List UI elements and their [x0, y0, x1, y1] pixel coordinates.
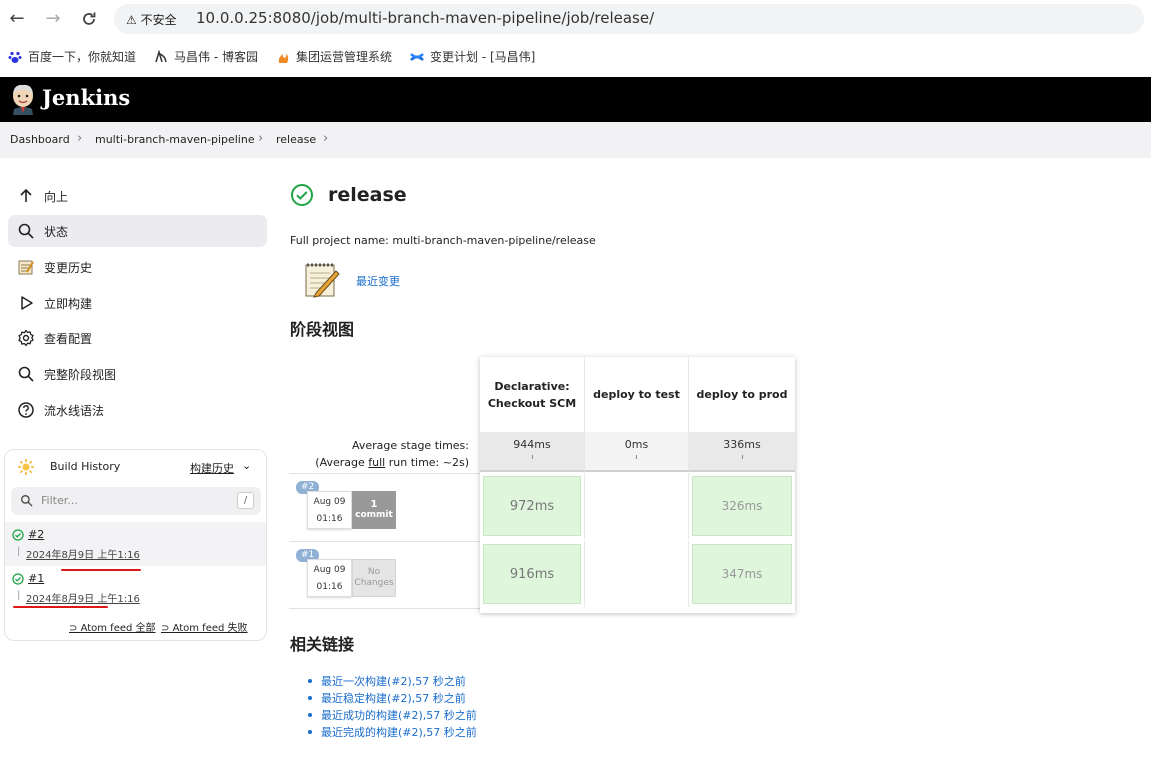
address-bar[interactable]: ⚠ 不安全 10.0.0.25:8080/job/multi-branch-ma… [114, 4, 1144, 34]
recent-changes-link[interactable]: 最近变更 [356, 273, 400, 289]
bookmark-baidu[interactable]: 百度一下，你就知道 [8, 48, 136, 65]
sidebar-item-build-now[interactable]: 立即构建 [8, 287, 267, 319]
stage-header: deploy to prod [696, 388, 788, 401]
atom-feed-failed-link[interactable]: ⊃ Atom feed 失败 [161, 619, 248, 634]
gear-icon [18, 329, 34, 347]
stage-cell[interactable]: 326ms [689, 473, 795, 539]
chevron-right-icon: › [77, 131, 83, 146]
rss-icon: ⊃ [161, 623, 173, 634]
build-filter-input[interactable]: Filter... / [11, 487, 261, 515]
play-icon [21, 296, 33, 310]
stage-avg-time: 336ms [689, 432, 795, 472]
forward-icon[interactable]: → [42, 8, 64, 30]
success-status-icon [291, 184, 313, 206]
breadcrumb-release[interactable]: release [276, 133, 316, 146]
related-link-last-successful[interactable]: 最近成功的构建(#2),57 秒之前 [307, 707, 477, 724]
stage-header: deploy to test [585, 357, 689, 432]
avg-full-link[interactable]: full [368, 456, 385, 469]
run-date: Aug 09 01:16 [307, 491, 352, 529]
baidu-paw-icon [8, 51, 22, 63]
browser-toolbar: ← → ⚠ 不安全 10.0.0.25:8080/job/multi-branc… [0, 0, 1151, 38]
stage-cell[interactable]: 972ms [480, 473, 585, 539]
commit-count-button[interactable]: 1 commit [352, 491, 396, 529]
search-icon [18, 366, 34, 382]
bookmarks-bar: 百度一下，你就知道 马昌伟 - 博客园 集团运营管理系统 变更计划 - [马昌伟… [0, 38, 1151, 76]
build-history-title: Build History [50, 460, 121, 473]
insecure-warning[interactable]: ⚠ 不安全 [126, 11, 177, 28]
success-check-icon [12, 529, 24, 541]
arrow-up-icon [20, 188, 32, 202]
atom-feed-all-link[interactable]: ⊃ Atom feed 全部 [69, 619, 156, 634]
stage-view-table: Declarative: Checkout SCM deploy to test… [480, 357, 795, 613]
search-icon [21, 495, 33, 507]
url-text[interactable]: 10.0.0.25:8080/job/multi-branch-maven-pi… [196, 9, 654, 27]
rss-icon: ⊃ [69, 623, 81, 634]
build-date-link[interactable]: 2024年8月9日 上午1:16 [26, 546, 140, 561]
sidebar-item-changes[interactable]: 变更历史 [8, 251, 267, 283]
jenkins-title[interactable]: Jenkins [42, 85, 130, 110]
sidebar-item-full-stage-view[interactable]: 完整阶段视图 [8, 358, 267, 390]
help-icon [18, 402, 34, 418]
stage-avg-time: 0ms [585, 432, 689, 472]
build-row[interactable]: #1 | 2024年8月9日 上午1:16 [5, 566, 266, 610]
bookmark-cnblogs[interactable]: 马昌伟 - 博客园 [154, 48, 258, 65]
notepad-icon [305, 263, 340, 298]
notepad-icon [18, 260, 34, 275]
no-changes-badge: No Changes [352, 559, 396, 597]
related-links-list: 最近一次构建(#2),57 秒之前 最近稳定构建(#2),57 秒之前 最近成功… [307, 673, 477, 741]
breadcrumb: Dashboard › multi-branch-maven-pipeline … [0, 122, 1151, 158]
run-row-1[interactable]: #1 Aug 09 01:16 No Changes [289, 541, 480, 609]
success-check-icon [12, 573, 24, 585]
bookmark-ops[interactable]: 集团运营管理系统 [276, 48, 392, 65]
run-date: Aug 09 01:16 [307, 559, 352, 597]
stage-cell-empty [585, 541, 689, 607]
breadcrumb-dashboard[interactable]: Dashboard [10, 133, 70, 146]
flame-icon [278, 52, 289, 63]
cnblogs-icon [155, 49, 167, 62]
bookmark-change-plan[interactable]: 变更计划 - [马昌伟] [410, 48, 535, 65]
sidebar-item-status[interactable]: 状态 [8, 215, 267, 247]
annotation-underline [13, 606, 108, 608]
related-links-heading: 相关链接 [290, 635, 355, 654]
build-history-widget: Build History 构建历史 ⌄ Filter... / #2 | 20… [4, 449, 267, 641]
build-history-link[interactable]: 构建历史 [190, 460, 234, 476]
sidebar-item-configure[interactable]: 查看配置 [8, 322, 267, 354]
back-icon[interactable]: ← [6, 8, 28, 30]
reload-icon[interactable] [78, 8, 100, 30]
jenkins-header: Jenkins [0, 77, 1151, 122]
full-project-name: Full project name: multi-branch-maven-pi… [290, 234, 596, 247]
chevron-right-icon: › [258, 131, 264, 146]
build-number-link[interactable]: #1 [28, 572, 44, 585]
page-title: release [328, 184, 407, 206]
stage-header: Declarative: Checkout SCM [480, 357, 585, 432]
related-link-last-completed[interactable]: 最近完成的构建(#2),57 秒之前 [307, 724, 477, 741]
build-date-link[interactable]: 2024年8月9日 上午1:16 [26, 590, 140, 605]
stage-cell-empty [585, 473, 689, 539]
stage-avg-time: 944ms [480, 432, 585, 472]
search-icon [18, 223, 34, 239]
warning-icon: ⚠ [126, 13, 137, 27]
related-link-last-stable[interactable]: 最近稳定构建(#2),57 秒之前 [307, 690, 477, 707]
stage-cell[interactable]: 347ms [689, 541, 795, 607]
jenkins-logo-icon[interactable] [10, 83, 36, 115]
related-link-last-build[interactable]: 最近一次构建(#2),57 秒之前 [307, 673, 477, 690]
filter-shortcut-key: / [237, 492, 254, 509]
avg-stage-times-label: Average stage times: [352, 439, 469, 452]
stage-view-heading: 阶段视图 [290, 320, 355, 339]
chevron-down-icon[interactable]: ⌄ [242, 459, 251, 472]
avg-run-time-label: (Average full run time: ~2s) [315, 456, 469, 469]
build-number-link[interactable]: #2 [28, 528, 44, 541]
confluence-icon [410, 52, 424, 61]
stage-cell[interactable]: 916ms [480, 541, 585, 607]
run-row-2[interactable]: #2 Aug 09 01:16 1 commit [289, 473, 480, 541]
chevron-right-icon: › [323, 131, 329, 146]
sun-icon [18, 459, 34, 475]
breadcrumb-multi-branch[interactable]: multi-branch-maven-pipeline [95, 133, 255, 146]
sidebar-item-pipeline-syntax[interactable]: 流水线语法 [8, 394, 267, 426]
sidebar-item-up[interactable]: 向上 [8, 180, 267, 212]
build-row[interactable]: #2 | 2024年8月9日 上午1:16 [5, 522, 266, 566]
